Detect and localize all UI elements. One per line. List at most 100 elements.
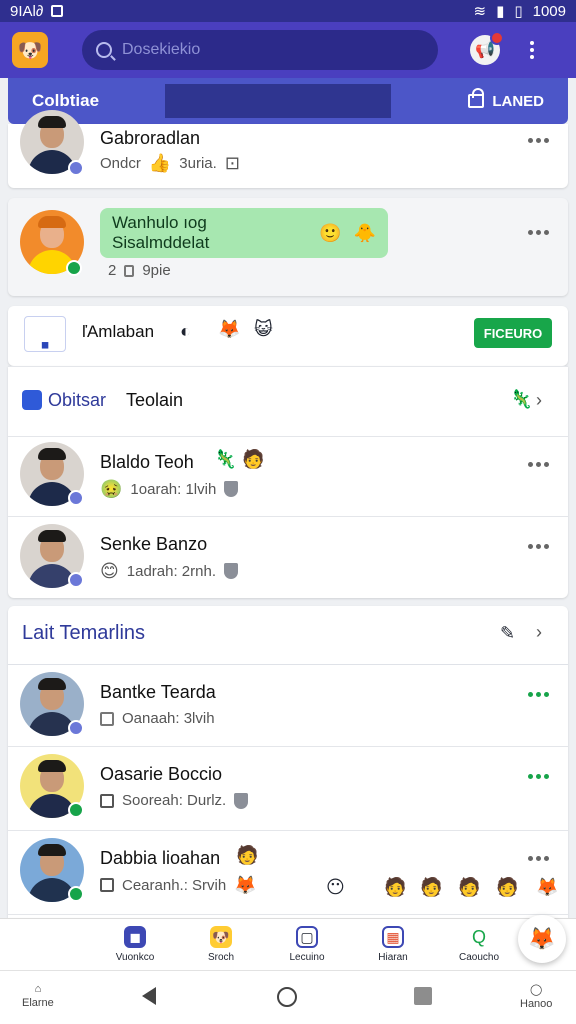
navigation-bar: ⌂ Elarne ◯ Hanoo <box>0 970 576 1024</box>
thumbs-up-icon: 👍 <box>148 153 172 173</box>
more-icon[interactable] <box>528 544 550 550</box>
contact-meta: Sooreah: Durlz. <box>122 792 227 809</box>
search-icon: Q <box>471 926 486 947</box>
contact-type-icon <box>100 793 114 808</box>
contact-meta: Cearanh.: Srvih <box>122 876 227 894</box>
mascot-icon: 🐶 <box>210 926 232 948</box>
section-title: Lait Temarlins <box>22 622 146 644</box>
collapsed-header: Colbtiae LANED <box>8 78 568 124</box>
overflow-icon[interactable] <box>530 41 534 59</box>
status-badge <box>66 260 82 276</box>
contact-name[interactable]: Bantke Tearda <box>100 682 216 703</box>
tab-label: Hiaran <box>378 952 408 963</box>
edit-icon[interactable]: ✎ <box>500 624 515 642</box>
profile-label: Hanoo <box>520 998 553 1010</box>
calendar-icon: ▦ <box>382 926 404 948</box>
header-action-button[interactable]: LANED <box>468 88 544 110</box>
shield-icon <box>234 792 249 809</box>
more-icon[interactable] <box>528 462 550 468</box>
more-icon[interactable] <box>528 856 550 862</box>
profile-button[interactable]: ◯ Hanoo <box>520 983 552 1010</box>
more-icon[interactable] <box>528 138 550 144</box>
more-icon[interactable] <box>528 230 550 236</box>
feed-card[interactable]: Gabroradlan Ondcr 👍 3uria. ⊡ <box>8 110 568 188</box>
message-bubble: Wanhulo ıog Sisalmddelat 🙂 🐥 <box>100 208 388 258</box>
feed-name: Gabroradlan <box>100 128 201 148</box>
tab-lecuino[interactable]: ▢ Lecuino <box>264 926 350 963</box>
tab-caoucho[interactable]: Q Caoucho <box>436 926 522 964</box>
tab-label: Vuonkco <box>115 952 155 963</box>
copy-icon <box>124 264 135 277</box>
arrow-right-icon[interactable]: › <box>536 622 542 643</box>
tab-label: Sroch <box>207 952 235 963</box>
signal-icon: ▮ <box>496 3 505 20</box>
tab-sroch[interactable]: 🐶 Sroch <box>178 926 264 963</box>
promo-button[interactable]: FICEURO <box>474 318 552 348</box>
more-icon[interactable] <box>528 692 550 698</box>
message-meta: 2 <box>108 262 117 279</box>
search-placeholder: Dosekiekio <box>122 41 201 58</box>
list-section: Lait Temarlins ✎ › Bantke Tearda Oanaah:… <box>8 606 568 918</box>
user-icon: ◐ <box>180 321 191 341</box>
back-icon <box>142 987 156 1005</box>
contact-meta: 1oarah: 1lvih <box>130 480 217 498</box>
emoji-icon: 😊 <box>100 561 119 581</box>
tab-label: Lecuino <box>289 952 325 963</box>
recents-button[interactable] <box>414 987 432 1005</box>
bottom-tab-bar: ◼ Vuonkco 🐶 Sroch ▢ Lecuino ▦ Hiaran Q C… <box>0 918 576 970</box>
tab-label: Caoucho <box>458 952 500 963</box>
message-text: Wanhulo ıog Sisalmddelat <box>112 213 210 252</box>
calendar-icon: ⊡ <box>224 153 240 173</box>
obitsar-subtitle: Teolain <box>126 390 184 410</box>
emoji-icon: 🦎 <box>214 449 237 469</box>
profile-icon: ◯ <box>530 984 543 996</box>
contact-name[interactable]: Blaldo Teoh <box>100 452 194 473</box>
home-button[interactable]: ⌂ Elarne <box>22 983 54 1009</box>
contact-name[interactable]: Senke Banzo <box>100 534 207 555</box>
promo-label: ľAmlaban <box>82 322 155 341</box>
notification-icon[interactable]: 📢 <box>470 31 504 65</box>
message-card[interactable]: Wanhulo ıog Sisalmddelat 🙂 🐥 2 9pie <box>8 198 568 296</box>
emoji-icon: 🧑 <box>496 877 519 897</box>
home-icon: ⌂ <box>34 983 42 995</box>
feed-meta2: 3uria. <box>179 154 217 172</box>
status-badge <box>68 572 84 588</box>
home-circle-button[interactable] <box>277 987 297 1007</box>
contact-name[interactable]: Dabbia lioahan <box>100 848 220 869</box>
emoji-icon: 🧑 <box>384 877 407 897</box>
status-bar: 9IAl∂ ≋ ▮ ▯ 1009 <box>0 0 576 22</box>
collapsed-title: Colbtiae <box>32 91 100 110</box>
contact-meta: Oanaah: 3lvih <box>122 710 215 727</box>
emoji-icon: 🦊 <box>536 877 559 897</box>
promo-logo-icon: ◼ <box>24 316 66 352</box>
emoji-icon: 🙂 <box>319 223 342 243</box>
app-bar: 🐶 Dosekiekio 📢 <box>0 22 576 78</box>
emoji-icon: 🦊 <box>234 875 257 895</box>
search-icon <box>96 42 112 58</box>
tab-hiaran[interactable]: ▦ Hiaran <box>350 926 436 963</box>
emoji-icon: 😺 <box>254 319 273 339</box>
more-icon[interactable] <box>528 774 550 780</box>
notification-dot <box>490 31 504 45</box>
lizard-icon: 🦎 <box>510 389 533 409</box>
status-badge <box>68 802 84 818</box>
circle-icon <box>277 987 297 1007</box>
header-action-label: LANED <box>492 92 544 110</box>
emoji-icon: 🧑 <box>420 877 443 897</box>
chat-icon: ◼ <box>124 926 146 948</box>
status-badge <box>68 886 84 902</box>
search-input[interactable]: Dosekiekio <box>82 30 438 70</box>
tab-vuonkco[interactable]: ◼ Vuonkco <box>92 926 178 963</box>
clock: 1009 <box>532 2 566 20</box>
contact-name[interactable]: Oasarie Boccio <box>100 764 222 785</box>
document-icon: ▢ <box>296 926 318 948</box>
shield-icon <box>224 563 238 579</box>
logo-icon[interactable]: 🐶 <box>12 32 48 68</box>
emoji-icon: 🧑 <box>458 877 481 897</box>
floating-action-button[interactable]: 🦊 <box>518 915 566 963</box>
back-button[interactable] <box>142 987 156 1005</box>
header-banner <box>165 84 392 118</box>
arrow-right-icon[interactable]: › <box>536 390 542 411</box>
battery-icon: ▯ <box>514 3 523 20</box>
emoji-icon: 🤢 <box>100 479 123 499</box>
